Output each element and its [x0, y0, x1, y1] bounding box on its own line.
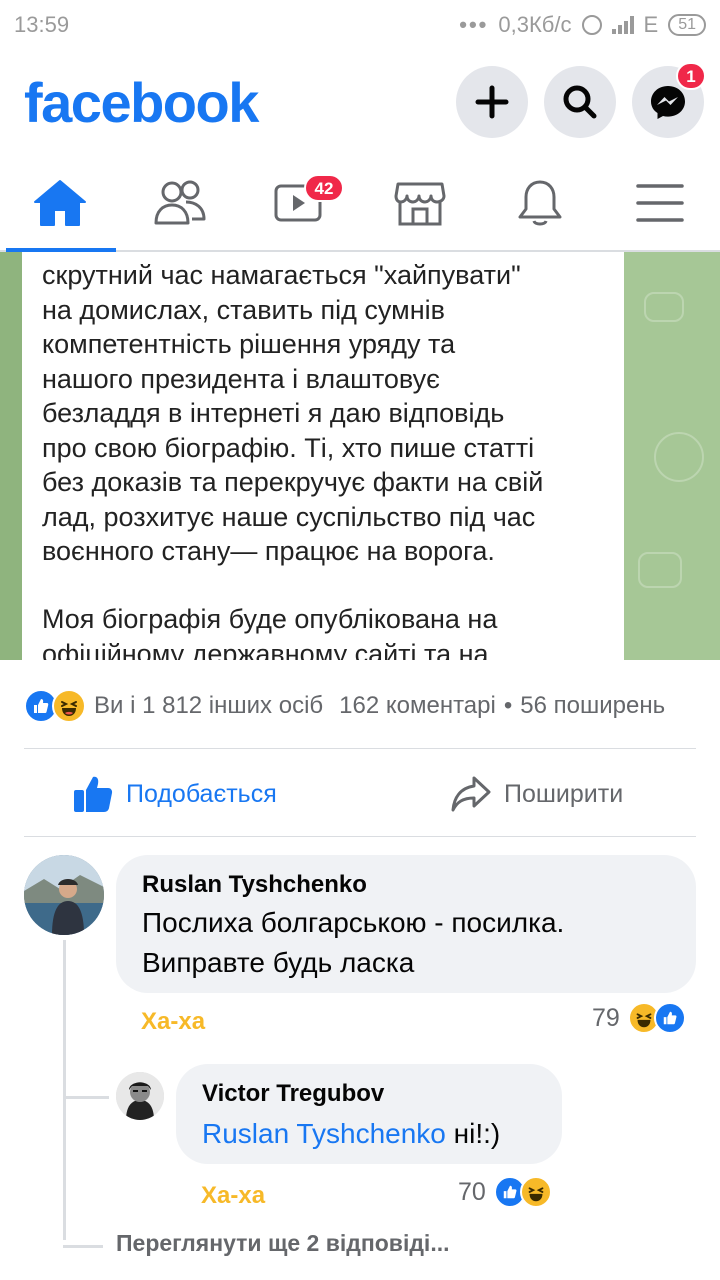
signal-icon: [611, 16, 634, 34]
thread-connector: [63, 1245, 103, 1248]
bell-icon: [518, 180, 562, 226]
user-photo: [24, 855, 104, 935]
thread-line: [63, 940, 66, 1240]
status-indicators: ••• 0,3Кб/с E 51: [459, 12, 706, 38]
tab-home[interactable]: [0, 154, 120, 252]
facebook-logo[interactable]: facebook: [24, 70, 259, 135]
message-bubble: скрутний час намагається "хайпувати" на …: [22, 252, 624, 660]
avatar[interactable]: [116, 1072, 164, 1120]
separator-dot: •: [503, 692, 513, 719]
tab-watch[interactable]: 42: [240, 154, 360, 250]
comment-author[interactable]: Ruslan Tyshchenko: [142, 871, 367, 899]
reaction-count: 70: [458, 1177, 486, 1206]
comment-haha-label[interactable]: Ха-ха: [141, 1008, 205, 1036]
haha-reaction-icon: [519, 1176, 552, 1208]
net-speed: 0,3Кб/с: [498, 12, 572, 37]
comment-bubble: Ruslan Tyshchenko Послиха болгарською - …: [116, 855, 696, 993]
tab-friends[interactable]: [120, 154, 240, 250]
reactions-text: Ви і 1 812 інших осіб: [94, 692, 324, 719]
message-text-top: скрутний час намагається "хайпувати" на …: [42, 260, 544, 566]
comment-reactions[interactable]: 70: [458, 1176, 552, 1208]
share-label: Поширити: [504, 779, 624, 808]
network-type: E: [643, 12, 659, 37]
thread-connector: [63, 1096, 109, 1099]
like-button[interactable]: Подобається: [72, 770, 277, 818]
shares-count[interactable]: 56 поширень: [520, 692, 665, 720]
tab-bar: 42: [0, 154, 720, 252]
comment-text: Ruslan Tyshchenko ні!:): [202, 1118, 501, 1149]
comment-text: Послиха болгарською - посилка. Виправте …: [142, 907, 565, 978]
tab-menu[interactable]: [600, 154, 720, 250]
comment-bubble: Victor Tregubov Ruslan Tyshchenko ні!:): [176, 1064, 562, 1164]
like-label: Подобається: [126, 779, 277, 808]
mention-link[interactable]: Ruslan Tyshchenko: [202, 1118, 446, 1149]
comments-count[interactable]: 162 коментарі: [339, 692, 496, 720]
view-more-replies[interactable]: Переглянути ще 2 відповіді...: [116, 1230, 450, 1257]
background-doodle: [644, 292, 684, 322]
shop-icon: [394, 182, 446, 226]
image-background-left: [0, 252, 22, 660]
alarm-icon: [581, 15, 602, 35]
home-icon: [34, 180, 86, 226]
divider: [24, 836, 696, 837]
reactions-summary[interactable]: Ви і 1 812 інших осіб 162 коментарі • 56…: [24, 684, 720, 728]
comment-haha-label[interactable]: Ха-ха: [201, 1182, 265, 1210]
create-button[interactable]: [456, 66, 528, 138]
tab-marketplace[interactable]: [360, 154, 480, 250]
post-image[interactable]: скрутний час намагається "хайпувати" на …: [0, 252, 720, 660]
status-time: 13:59: [14, 12, 70, 37]
more-dots-icon: •••: [459, 12, 489, 37]
tab-notifications[interactable]: [480, 154, 600, 250]
search-button[interactable]: [544, 66, 616, 138]
plus-icon: [475, 85, 509, 119]
image-background-right: [624, 252, 720, 660]
avatar[interactable]: [24, 855, 104, 935]
divider: [24, 748, 696, 749]
like-reaction-icon: [653, 1002, 686, 1034]
battery-icon: 51: [668, 14, 706, 36]
share-icon: [451, 776, 491, 812]
comment-author[interactable]: Victor Tregubov: [202, 1080, 384, 1108]
menu-icon: [636, 184, 684, 222]
status-bar: 13:59 ••• 0,3Кб/с E 51: [0, 0, 720, 54]
share-button[interactable]: Поширити: [450, 770, 623, 818]
message-text-bottom: Моя біографія буде опублікована на офіці…: [42, 604, 498, 660]
messenger-badge: 1: [676, 62, 706, 90]
friends-icon: [154, 180, 206, 225]
watch-badge: 42: [304, 174, 344, 202]
background-doodle: [654, 432, 704, 482]
background-doodle: [638, 552, 682, 588]
search-icon: [563, 85, 597, 119]
user-photo: [116, 1072, 164, 1120]
reaction-icons: [24, 689, 86, 723]
reaction-count: 79: [592, 1003, 620, 1032]
comment-reactions[interactable]: 79: [592, 1002, 686, 1034]
thumbs-up-icon: [74, 776, 113, 812]
app-header: facebook 1: [0, 54, 720, 154]
haha-reaction-icon: [52, 689, 86, 723]
messenger-button[interactable]: 1: [632, 62, 706, 138]
